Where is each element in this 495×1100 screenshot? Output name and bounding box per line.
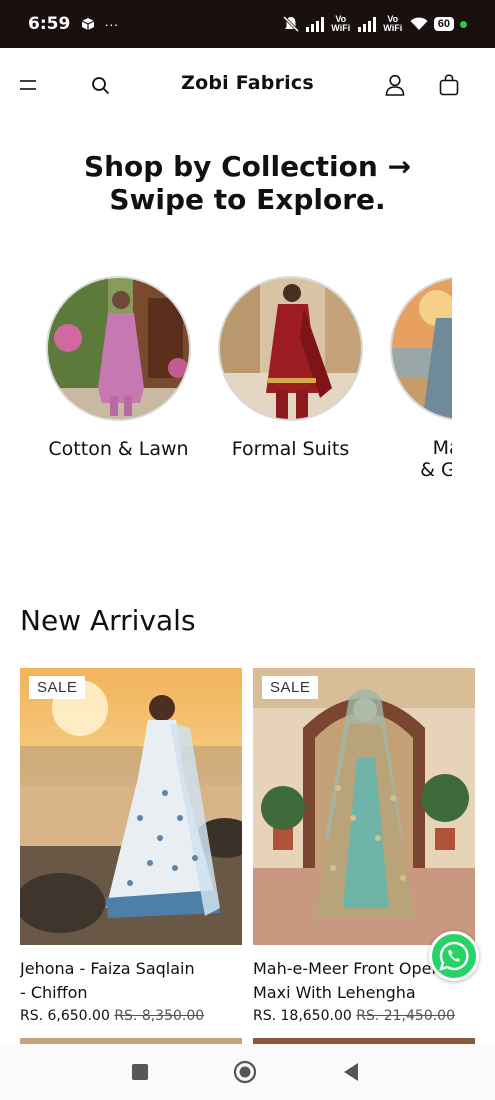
status-bar: 6:59 ··· Vo WiFi Vo WiFi 60 (0, 0, 495, 48)
whatsapp-icon (439, 941, 469, 971)
collection-label-formal-suits[interactable]: Formal Suits (218, 437, 363, 461)
battery-icon: 60 (433, 17, 454, 31)
recents-icon (132, 1064, 148, 1080)
home-button[interactable] (233, 1060, 257, 1084)
vowifi-label-1: Vo WiFi (331, 14, 351, 33)
collection-label-cotton-lawn[interactable]: Cotton & Lawn (46, 437, 191, 461)
product-title-line-1: Jehona - Faiza Saqlain (20, 959, 195, 978)
collection-heading-line-2: Swipe to Explore. (109, 183, 386, 216)
privacy-dot (460, 20, 467, 28)
product-title-line-2: - Chiffon (20, 983, 88, 1002)
product-image[interactable]: SALE (253, 668, 475, 945)
mute-icon (282, 15, 299, 33)
whatsapp-chat-button[interactable] (429, 931, 479, 981)
collection-image-formal-suits[interactable] (218, 276, 363, 421)
signal-icon-2 (357, 16, 376, 32)
collection-heading: Shop by Collection → Swipe to Explore. (0, 150, 495, 216)
sale-price: RS. 6,650.00 (20, 1008, 110, 1024)
status-time: 6:59 (28, 14, 71, 34)
home-icon (233, 1060, 257, 1084)
cart-button[interactable] (434, 70, 464, 100)
more-notifications: ··· (104, 16, 119, 32)
brand-logo[interactable]: Zobi Fabrics (0, 72, 495, 94)
product-title-line-2: Maxi With Lehengha (253, 983, 416, 1002)
wifi-icon (410, 17, 428, 30)
collection-label-maxis-gowns-line-1: Maxi's (432, 437, 452, 459)
signal-icon (305, 16, 324, 32)
cart-icon (439, 74, 459, 96)
collection-image-cotton-lawn[interactable] (46, 276, 191, 421)
collection-carousel[interactable]: Cotton & Lawn Formal Suits M & G (0, 276, 452, 496)
recents-button[interactable] (128, 1060, 152, 1084)
product-image[interactable]: SALE (20, 668, 242, 945)
collection-item-maxis-gowns[interactable]: Maxi's & Gowns (390, 276, 452, 481)
new-arrivals-title: New Arrivals (20, 604, 196, 637)
system-navigation-bar (0, 1044, 495, 1100)
product-card[interactable]: SALE Jehona - Faiza Saqlain - Chiffon RS… (20, 668, 242, 1024)
product-title[interactable]: Jehona - Faiza Saqlain - Chiffon (20, 957, 242, 1005)
compare-price: RS. 8,350.00 (114, 1008, 205, 1024)
back-button[interactable] (339, 1060, 363, 1084)
sale-badge: SALE (262, 676, 319, 699)
collection-item-formal-suits[interactable]: Formal Suits (218, 276, 363, 461)
sale-badge: SALE (29, 676, 86, 699)
collection-item-cotton-lawn[interactable]: Cotton & Lawn (46, 276, 191, 461)
account-button[interactable] (380, 70, 410, 100)
collection-image-maxis-gowns[interactable] (390, 276, 452, 421)
compare-price: RS. 21,450.00 (356, 1008, 455, 1024)
collection-heading-line-1: Shop by Collection → (83, 150, 412, 183)
status-notification-icons: ··· (80, 16, 118, 32)
collection-label-maxis-gowns-line-2: & Gowns (420, 459, 452, 481)
sale-price: RS. 18,650.00 (253, 1008, 352, 1024)
price-row: RS. 18,650.00 RS. 21,450.00 (253, 1008, 475, 1024)
collection-label-maxis-gowns[interactable]: Maxi's & Gowns (390, 437, 452, 481)
back-icon (344, 1063, 358, 1081)
account-icon (385, 74, 405, 96)
vowifi-label-2: Vo WiFi (383, 14, 403, 33)
site-header: Zobi Fabrics (0, 48, 495, 122)
price-row: RS. 6,650.00 RS. 8,350.00 (20, 1008, 242, 1024)
app-notification-icon (82, 18, 95, 30)
